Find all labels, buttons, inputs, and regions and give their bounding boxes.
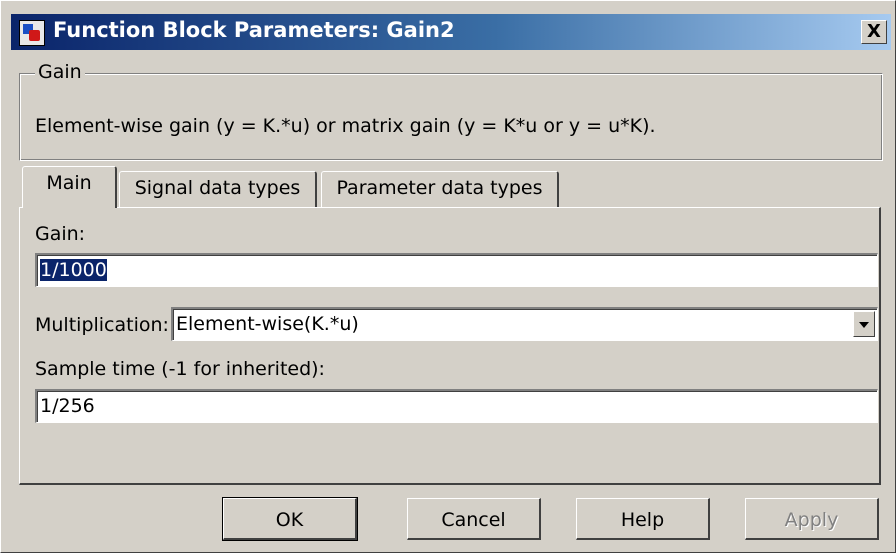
sample-time-label: Sample time (-1 for inherited): bbox=[35, 358, 325, 380]
gain-input[interactable]: 1/1000 bbox=[35, 253, 878, 287]
tab-parameter-data-types-label: Parameter data types bbox=[336, 177, 543, 199]
tab-signal-data-types[interactable]: Signal data types bbox=[119, 171, 317, 207]
apply-button[interactable]: Apply bbox=[745, 498, 879, 540]
ok-button[interactable]: OK bbox=[222, 497, 358, 541]
sample-time-input[interactable]: 1/256 bbox=[35, 389, 878, 423]
cancel-button[interactable]: Cancel bbox=[407, 498, 541, 540]
tab-parameter-data-types[interactable]: Parameter data types bbox=[321, 171, 559, 207]
apply-button-label: Apply bbox=[784, 509, 839, 531]
close-icon: X bbox=[867, 21, 881, 42]
title-bar[interactable]: Function Block Parameters: Gain2 X bbox=[11, 14, 891, 50]
tab-main-label: Main bbox=[46, 172, 92, 194]
gain-label: Gain: bbox=[35, 223, 86, 245]
dialog-window: Function Block Parameters: Gain2 X Gain … bbox=[0, 0, 896, 553]
ok-button-label: OK bbox=[275, 509, 304, 531]
close-button[interactable]: X bbox=[861, 20, 887, 44]
group-legend: Gain bbox=[35, 61, 85, 83]
help-button-label: Help bbox=[620, 509, 665, 531]
tab-main[interactable]: Main bbox=[22, 166, 117, 208]
block-description: Element-wise gain (y = K.*u) or matrix g… bbox=[35, 115, 656, 137]
multiplication-value: Element-wise(K.*u) bbox=[176, 313, 359, 335]
help-button[interactable]: Help bbox=[576, 498, 710, 540]
tab-signal-data-types-label: Signal data types bbox=[134, 177, 301, 199]
cancel-button-label: Cancel bbox=[441, 509, 506, 531]
multiplication-select[interactable]: Element-wise(K.*u) bbox=[171, 307, 878, 341]
sample-time-value: 1/256 bbox=[40, 395, 95, 417]
chevron-down-icon[interactable] bbox=[853, 311, 875, 337]
main-tab-panel bbox=[19, 207, 881, 485]
multiplication-label: Multiplication: bbox=[35, 314, 169, 336]
gain-value: 1/1000 bbox=[40, 259, 107, 281]
window-title: Function Block Parameters: Gain2 bbox=[53, 18, 455, 42]
simulink-block-icon bbox=[19, 20, 45, 46]
